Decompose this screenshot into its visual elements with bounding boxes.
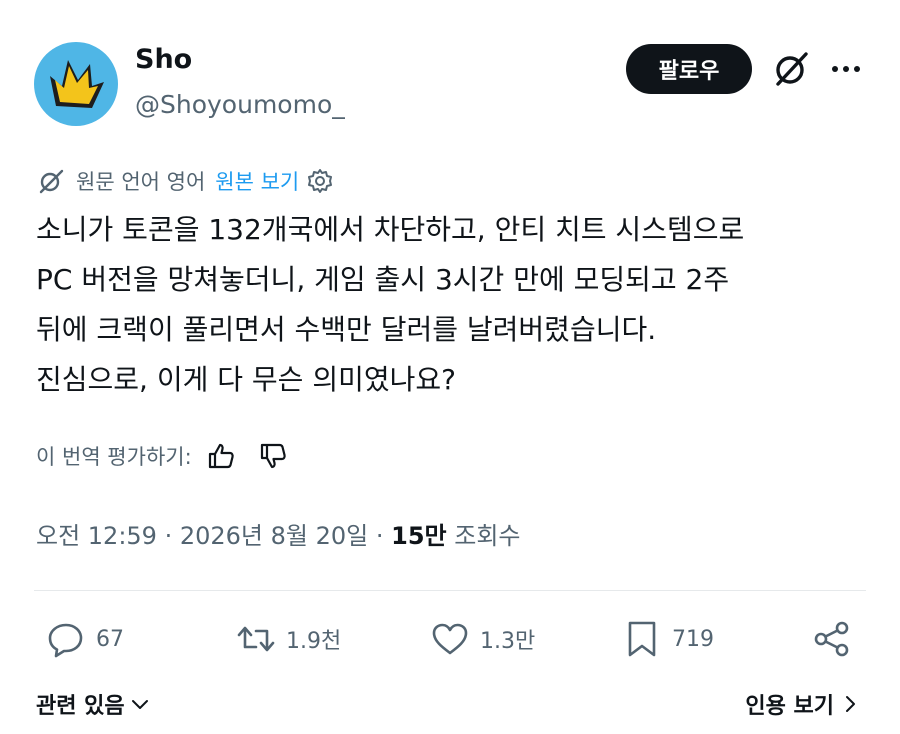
chevron-right-icon <box>846 696 855 712</box>
view-count: 15만 <box>391 522 447 550</box>
related-label: 관련 있음 <box>36 694 125 719</box>
bookmark-icon <box>628 621 656 657</box>
like-button[interactable]: 1.3만 <box>430 617 535 661</box>
view-count-label: 조회수 <box>454 522 521 550</box>
reply-count: 67 <box>96 626 124 652</box>
repost-icon <box>237 626 275 652</box>
post-line: 소니가 토콘을 132개국에서 차단하고, 안티 치트 시스템으로 <box>36 213 745 246</box>
translation-bar: 원문 언어 영어 원본 보기 <box>36 165 333 197</box>
grok-translate-icon <box>39 169 64 194</box>
like-count: 1.3만 <box>480 629 536 654</box>
post-text: 소니가 토콘을 132개국에서 차단하고, 안티 치트 시스템으로 PC 버전을… <box>36 205 876 405</box>
chevron-down-icon <box>131 700 148 709</box>
thumbs-up-icon[interactable] <box>206 441 236 471</box>
heart-icon <box>432 623 468 655</box>
rate-translation-label: 이 번역 평가하기: <box>36 445 192 469</box>
post-timestamp[interactable]: 오전 12:59 · 2026년 8월 20일 · <box>36 522 383 550</box>
post-line: PC 버전을 망쳐놓더니, 게임 출시 3시간 만에 모딩되고 2주 <box>36 263 730 296</box>
translation-note: 원문 언어 영어 <box>76 170 206 194</box>
grok-icon[interactable] <box>770 48 812 90</box>
share-icon <box>814 621 849 657</box>
author-handle[interactable]: @Shoyoumomo_ <box>135 90 345 119</box>
repost-button[interactable]: 1.9천 <box>236 617 341 661</box>
quotes-label: 인용 보기 <box>745 694 834 719</box>
repost-count: 1.9천 <box>286 629 342 654</box>
thumbs-down-icon[interactable] <box>258 441 288 471</box>
author-name[interactable]: Sho <box>135 44 192 75</box>
related-toggle[interactable]: 관련 있음 <box>36 688 151 720</box>
avatar[interactable] <box>34 42 118 126</box>
post-line: 진심으로, 이게 다 무슨 의미였나요? <box>36 363 457 396</box>
bookmark-button[interactable]: 719 <box>622 617 714 661</box>
follow-button[interactable]: 팔로우 <box>626 44 752 94</box>
post-line: 뒤에 크랙이 풀리면서 수백만 달러를 날려버렸습니다. <box>36 313 657 346</box>
more-options-icon[interactable] <box>826 52 866 86</box>
gear-icon[interactable] <box>307 168 333 194</box>
rate-translation: 이 번역 평가하기: <box>36 438 288 474</box>
view-original-link[interactable]: 원본 보기 <box>215 166 299 196</box>
view-quotes-link[interactable]: 인용 보기 <box>745 688 860 720</box>
reply-icon <box>48 623 83 658</box>
share-button[interactable] <box>812 617 862 661</box>
divider <box>34 590 866 591</box>
reply-button[interactable]: 67 <box>46 617 124 661</box>
bookmark-count: 719 <box>672 626 714 652</box>
avatar-logo-icon <box>50 60 104 108</box>
post-meta: 오전 12:59 · 2026년 8월 20일 · 15만 조회수 <box>36 516 521 551</box>
